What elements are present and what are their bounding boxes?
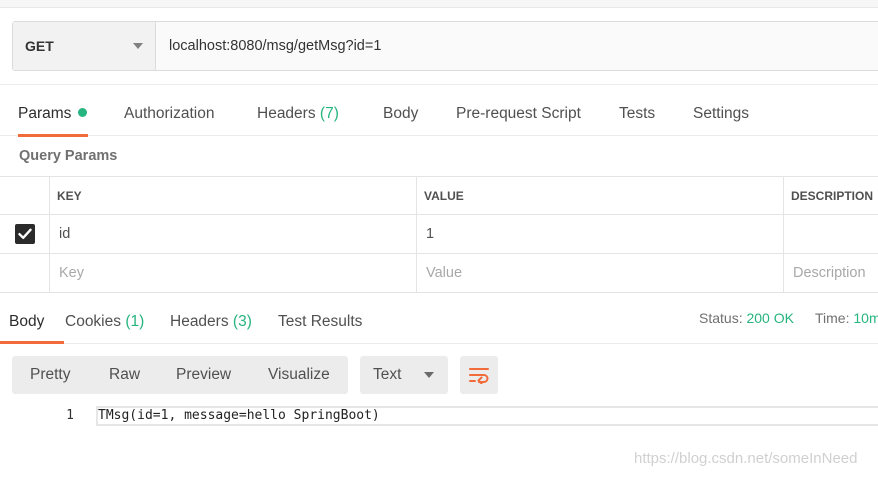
response-body-editor[interactable]: 1 TMsg(id=1, message=hello SpringBoot)	[0, 406, 878, 426]
tab-pre-request-script[interactable]: Pre-request Script	[456, 85, 581, 136]
active-response-tab-underline	[0, 341, 64, 344]
response-headers-count: (3)	[232, 313, 252, 330]
request-bar: GET localhost:8080/msg/getMsg?id=1	[12, 21, 878, 71]
tab-authorization[interactable]: Authorization	[124, 85, 214, 136]
param-key-input[interactable]: id	[49, 215, 416, 253]
params-active-dot	[78, 108, 88, 117]
view-pretty-button[interactable]: Pretty	[30, 356, 70, 394]
top-strip	[0, 0, 878, 8]
response-tab-body[interactable]: Body	[0, 301, 64, 344]
param-description-input[interactable]	[783, 215, 878, 253]
column-header-value: VALUE	[416, 177, 783, 214]
tab-tests[interactable]: Tests	[619, 85, 655, 136]
status-value: 200 OK	[746, 310, 794, 326]
new-key-input[interactable]: Key	[49, 254, 416, 292]
table-row: id 1	[0, 215, 878, 254]
view-mode-group: Pretty Raw Preview Visualize	[12, 356, 348, 394]
method-label: GET	[25, 38, 54, 54]
method-select[interactable]: GET	[13, 22, 156, 70]
response-status: Status: 200 OK	[699, 310, 794, 326]
param-value-input[interactable]: 1	[416, 215, 783, 253]
watermark: https://blog.csdn.net/someInNeed	[634, 450, 858, 467]
response-tab-test-results[interactable]: Test Results	[278, 301, 362, 343]
url-input[interactable]: localhost:8080/msg/getMsg?id=1	[156, 22, 878, 70]
format-select[interactable]: Text	[360, 356, 448, 394]
request-tabs: Params Authorization Headers (7) Body Pr…	[0, 84, 878, 137]
url-text: localhost:8080/msg/getMsg?id=1	[169, 38, 382, 54]
column-header-description: DESCRIPTION	[783, 177, 878, 214]
response-tab-cookies[interactable]: Cookies (1)	[65, 301, 144, 343]
cookies-count: (1)	[125, 313, 145, 330]
response-tab-headers[interactable]: Headers (3)	[170, 301, 252, 343]
tab-settings[interactable]: Settings	[693, 85, 749, 136]
column-header-key: KEY	[49, 177, 416, 214]
new-value-input[interactable]: Value	[416, 254, 783, 292]
line-number: 1	[66, 408, 74, 423]
chevron-down-icon	[133, 43, 143, 49]
response-tabs: Body Cookies (1) Headers (3) Test Result…	[0, 301, 878, 344]
time-value: 10m	[853, 310, 878, 326]
chevron-down-icon	[424, 372, 434, 378]
wrap-lines-icon	[469, 368, 489, 384]
query-params-table: KEY VALUE DESCRIPTION id 1 Key Value Des…	[0, 176, 878, 293]
tab-params[interactable]: Params	[18, 85, 88, 137]
table-header-row: KEY VALUE DESCRIPTION	[0, 176, 878, 215]
format-label: Text	[373, 366, 402, 383]
check-icon	[17, 228, 32, 239]
active-tab-underline	[18, 134, 88, 137]
response-body-line: TMsg(id=1, message=hello SpringBoot)	[96, 406, 878, 426]
tab-headers[interactable]: Headers (7)	[257, 85, 339, 136]
view-visualize-button[interactable]: Visualize	[268, 356, 330, 394]
view-raw-button[interactable]: Raw	[109, 356, 140, 394]
headers-count: (7)	[319, 105, 339, 122]
wrap-lines-button[interactable]	[460, 356, 498, 394]
new-description-input[interactable]: Description	[783, 254, 878, 292]
table-row-new: Key Value Description	[0, 254, 878, 293]
response-time: Time: 10m	[815, 310, 878, 326]
query-params-title: Query Params	[19, 148, 118, 164]
view-preview-button[interactable]: Preview	[176, 356, 231, 394]
param-enabled-checkbox[interactable]	[14, 224, 35, 244]
tab-body[interactable]: Body	[383, 85, 418, 136]
